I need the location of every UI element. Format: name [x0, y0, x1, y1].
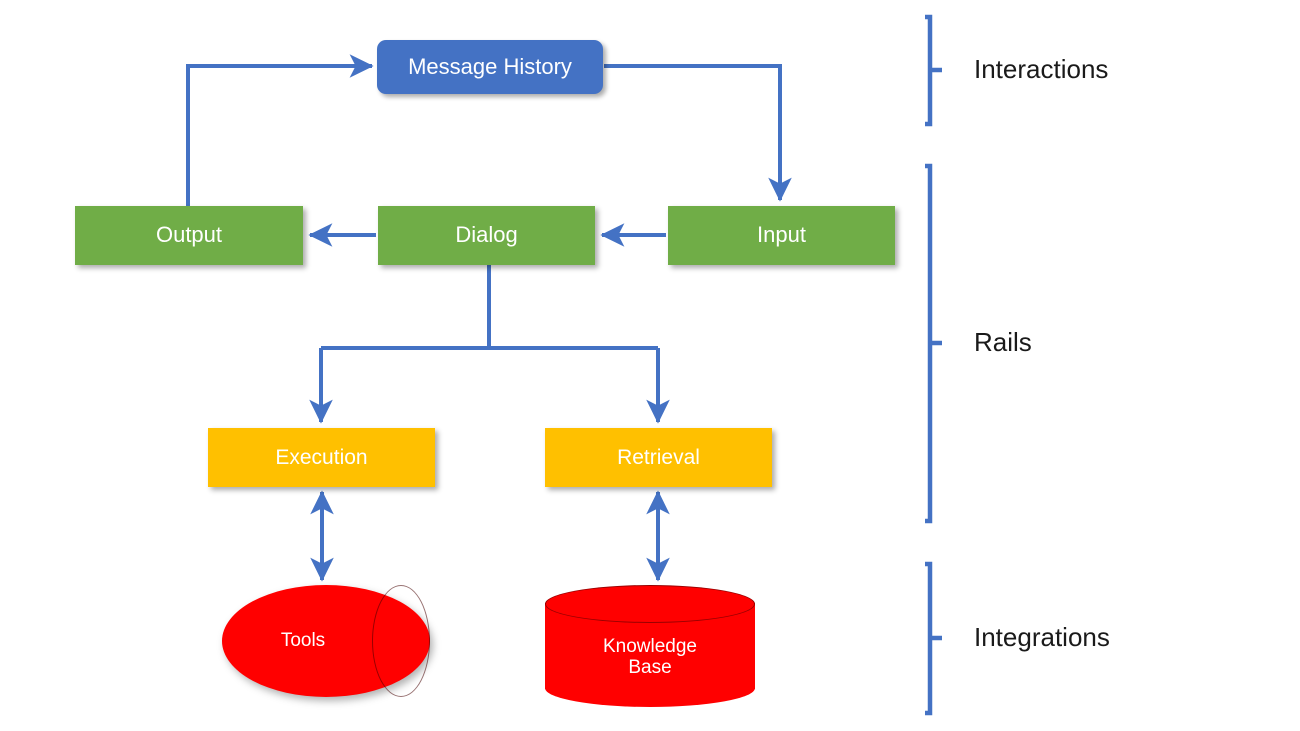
brace-interactions-bracket	[925, 14, 942, 127]
node-output[interactable]: Output	[75, 206, 303, 265]
brace-label-interactions: Interactions	[974, 54, 1109, 84]
node-knowledge-base[interactable]: Knowledge Base	[545, 585, 759, 711]
knowledge-base-cylinder-top	[545, 585, 755, 623]
brace-rails-bracket	[925, 163, 942, 524]
node-message-history[interactable]: Message History	[377, 40, 603, 94]
node-dialog-label: Dialog	[455, 222, 518, 248]
brace-label-integrations: Integrations	[974, 622, 1110, 652]
node-tools[interactable]: Tools	[222, 585, 430, 697]
diagram-canvas: Message History Output Dialog Input Exec…	[0, 0, 1300, 731]
node-execution[interactable]: Execution	[208, 428, 435, 487]
node-dialog[interactable]: Dialog	[378, 206, 595, 265]
node-knowledge-base-label: Knowledge Base	[545, 636, 755, 679]
node-knowledge-base-label-line1: Knowledge	[602, 635, 698, 657]
node-retrieval[interactable]: Retrieval	[545, 428, 772, 487]
edge-message-history-to-input	[604, 64, 792, 202]
node-message-history-label: Message History	[408, 53, 572, 79]
node-tools-label: Tools	[280, 630, 326, 652]
node-retrieval-label: Retrieval	[617, 445, 700, 469]
node-input-label: Input	[757, 222, 806, 248]
brace-label-rails: Rails	[974, 327, 1032, 357]
node-input[interactable]: Input	[668, 206, 895, 265]
node-output-label: Output	[155, 222, 223, 248]
node-execution-label: Execution	[275, 445, 368, 469]
edge-output-to-message-history	[186, 54, 374, 208]
brace-integrations-bracket	[925, 561, 942, 716]
node-knowledge-base-label-line2: Base	[628, 657, 672, 678]
